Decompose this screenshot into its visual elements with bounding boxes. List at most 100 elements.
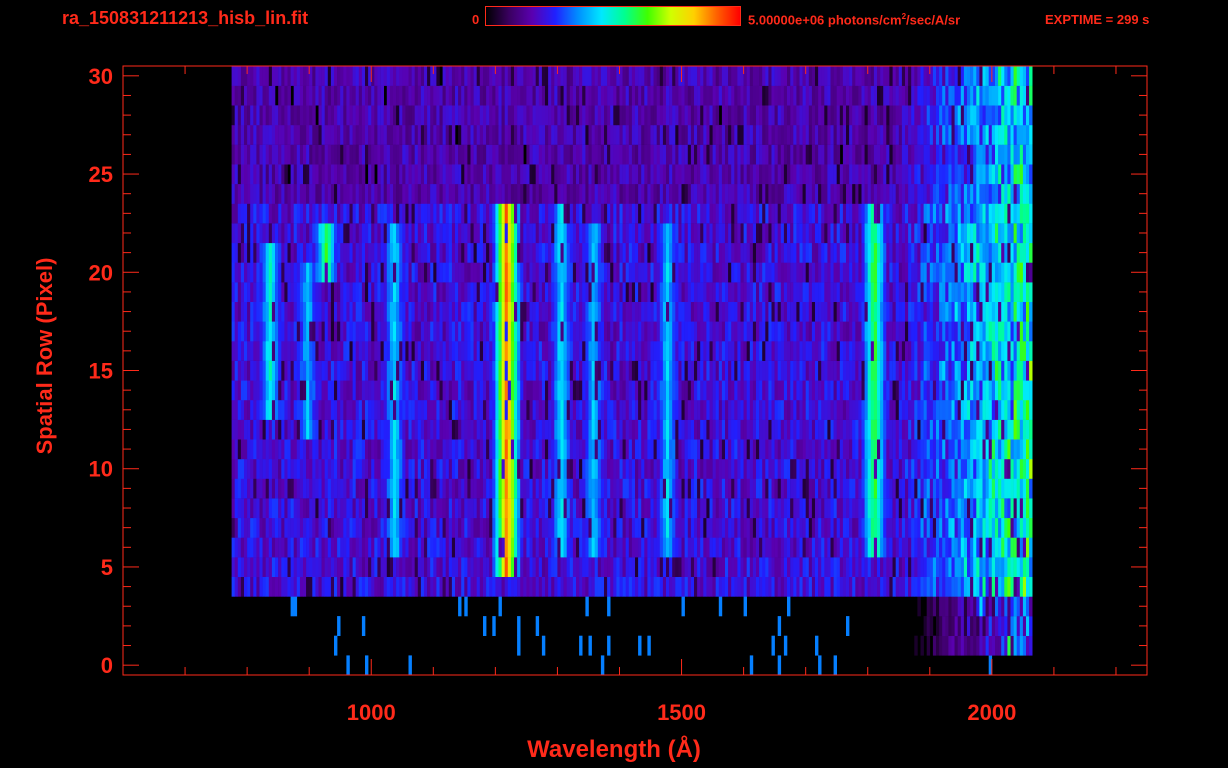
- heatmap-cell: [551, 537, 555, 558]
- heatmap-cell: [988, 557, 993, 577]
- heatmap-cell: [954, 596, 958, 617]
- heatmap-cell: [619, 419, 623, 440]
- heatmap-cell: [836, 242, 841, 263]
- heatmap-cell: [495, 301, 499, 322]
- heatmap-cell: [662, 360, 667, 381]
- heatmap-cell: [662, 400, 667, 420]
- heatmap-cell: [790, 321, 794, 342]
- heatmap-cell: [780, 498, 785, 519]
- heatmap-cell: [951, 517, 955, 538]
- heatmap-cell: [842, 576, 847, 597]
- heatmap-cell: [790, 458, 794, 479]
- heatmap-cell: [678, 223, 682, 244]
- heatmap-cell: [529, 400, 533, 420]
- heatmap-cell: [563, 301, 567, 322]
- heatmap-cell: [923, 537, 927, 558]
- heatmap-cell: [939, 439, 943, 460]
- heatmap-cell: [951, 478, 955, 499]
- heatmap-cell: [619, 282, 623, 302]
- heatmap-cell: [762, 517, 766, 538]
- heatmap-cell: [929, 242, 934, 263]
- heatmap-cell: [939, 498, 943, 519]
- heatmap-cell: [905, 458, 909, 479]
- heatmap-cell: [417, 321, 422, 342]
- heatmap-cell: [945, 576, 949, 597]
- heatmap-cell: [262, 242, 266, 263]
- heatmap-cell: [458, 498, 462, 519]
- heatmap-cell: [777, 517, 782, 538]
- heatmap-cell: [250, 439, 254, 460]
- heatmap-cell: [402, 537, 406, 558]
- heatmap-cell: [268, 419, 273, 440]
- heatmap-cell: [296, 419, 301, 440]
- heatmap-cell: [470, 419, 474, 440]
- heatmap-cell: [501, 498, 505, 519]
- heatmap-cell: [923, 458, 927, 479]
- heatmap-cell: [510, 400, 515, 420]
- heatmap-cell: [377, 242, 381, 263]
- heatmap-cell: [458, 242, 462, 263]
- heatmap-cell: [610, 400, 614, 420]
- heatmap-cell: [721, 341, 726, 361]
- heatmap-cell: [439, 380, 443, 401]
- heatmap-cell: [808, 242, 813, 263]
- heatmap-cell: [926, 458, 931, 479]
- heatmap-cell: [560, 360, 564, 381]
- heatmap-cell: [669, 537, 673, 558]
- heatmap-cell: [706, 380, 710, 401]
- heatmap-cell: [628, 242, 633, 263]
- heatmap-cell: [551, 478, 555, 499]
- heatmap-cell: [507, 262, 512, 283]
- heatmap-cell: [371, 498, 375, 519]
- heatmap-cell: [905, 321, 909, 342]
- heatmap-cell: [700, 576, 704, 597]
- heatmap-cell: [675, 439, 679, 460]
- heatmap-cell: [939, 478, 943, 499]
- heatmap-cell: [439, 439, 443, 460]
- heatmap-cell: [352, 380, 356, 401]
- heatmap-cell: [1029, 262, 1033, 283]
- heatmap-cell: [594, 439, 599, 460]
- heatmap-cell: [548, 537, 552, 558]
- heatmap-cell: [237, 458, 242, 479]
- heatmap-cell: [973, 301, 977, 322]
- heatmap-cell: [914, 576, 918, 597]
- heatmap-cell: [926, 517, 931, 538]
- heatmap-cell: [340, 439, 344, 460]
- heatmap-cell: [411, 419, 415, 440]
- heatmap-cell: [811, 321, 816, 342]
- heatmap-cell: [749, 360, 754, 381]
- heatmap-cell: [867, 458, 872, 479]
- heatmap-cell: [594, 360, 599, 381]
- heatmap-cell: [932, 419, 937, 440]
- heatmap-cell: [560, 400, 564, 420]
- heatmap-cell: [554, 419, 558, 440]
- heatmap-cell: [299, 341, 304, 361]
- heatmap-cell: [234, 439, 239, 460]
- heatmap-cell: [911, 478, 915, 499]
- heatmap-cell: [535, 341, 540, 361]
- heatmap-cell: [541, 341, 546, 361]
- heatmap-cell: [514, 262, 518, 283]
- heatmap-cell: [811, 419, 816, 440]
- heatmap-cell: [1001, 242, 1005, 263]
- heatmap-cell: [594, 400, 599, 420]
- heatmap-cell: [842, 282, 847, 302]
- heatmap-cell: [818, 517, 822, 538]
- heatmap-cell: [234, 380, 239, 401]
- heatmap-cell: [498, 242, 502, 263]
- heatmap-cell: [796, 380, 800, 401]
- heatmap-cell: [340, 321, 344, 342]
- heatmap-cell: [684, 419, 688, 440]
- heatmap-cell: [895, 439, 900, 460]
- heatmap-cell: [526, 400, 530, 420]
- heatmap-cell: [256, 557, 260, 577]
- heatmap-cell: [920, 301, 924, 322]
- heatmap-cell: [424, 576, 428, 597]
- heatmap-cell: [796, 400, 800, 420]
- heatmap-cell: [771, 498, 775, 519]
- heatmap-cell: [976, 635, 980, 656]
- heatmap-cell: [1022, 242, 1027, 263]
- heatmap-cell: [483, 616, 487, 636]
- heatmap-cell: [783, 419, 788, 440]
